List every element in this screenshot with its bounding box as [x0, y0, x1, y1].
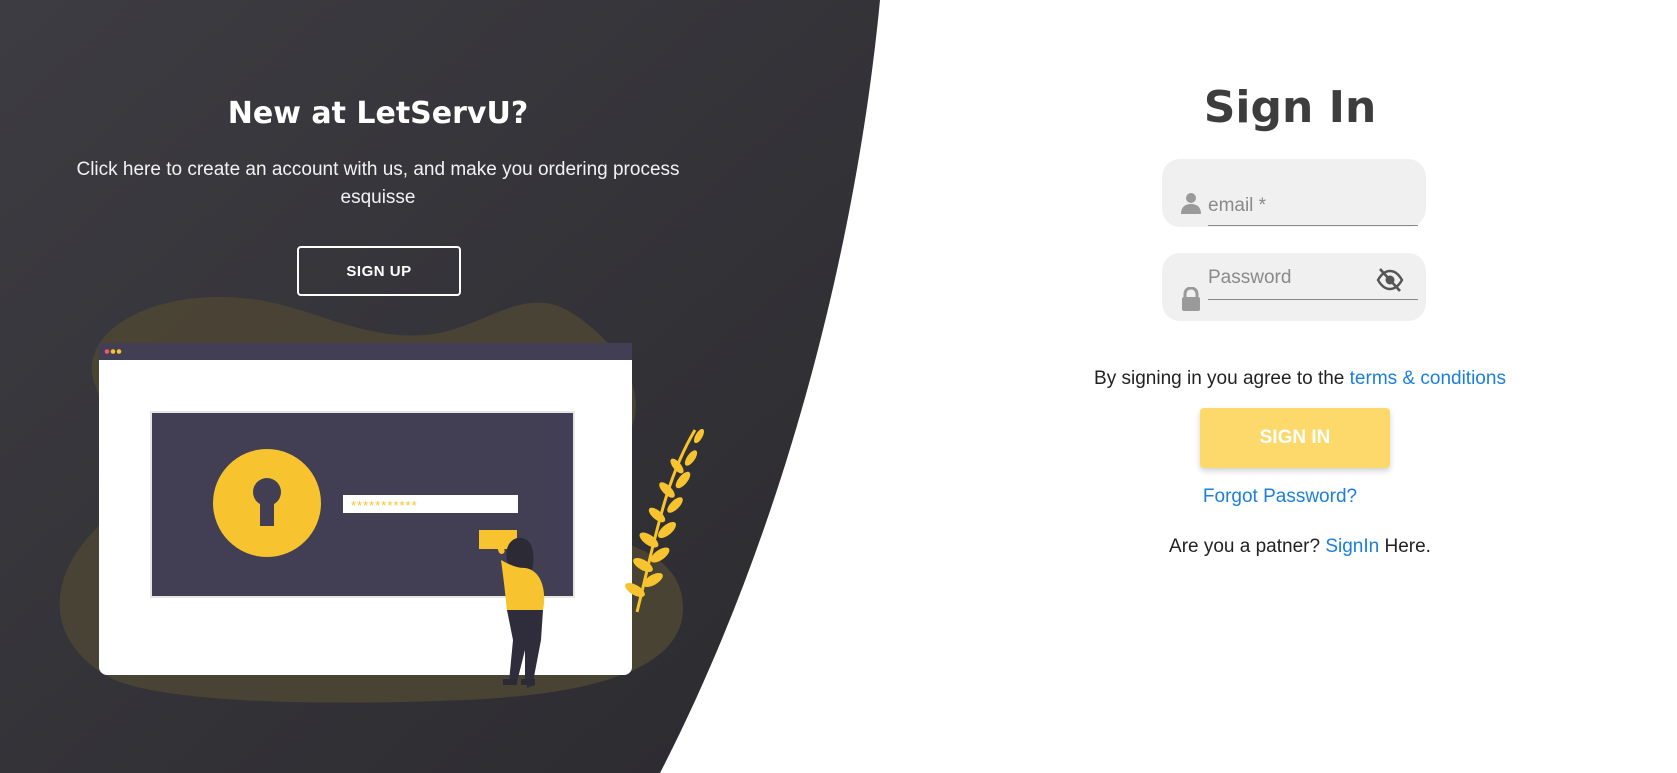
email-field-container	[1162, 159, 1426, 227]
eye-off-icon[interactable]	[1376, 267, 1404, 293]
left-panel-description: Click here to create an account with us,…	[76, 159, 680, 208]
window-dot-icon	[104, 349, 110, 354]
lock-icon	[1182, 287, 1200, 311]
terms-prefix: By signing in you agree to the	[1094, 368, 1350, 389]
password-field-underline	[1208, 299, 1418, 300]
email-field-underline	[1208, 225, 1418, 226]
partner-prefix: Are you a patner?	[1169, 536, 1326, 557]
sign-in-title: Sign In	[1203, 82, 1377, 133]
password-field-container	[1162, 253, 1426, 321]
partner-signin-link[interactable]: SignIn	[1325, 536, 1379, 557]
window-dot-icon	[116, 349, 122, 354]
partner-suffix: Here.	[1379, 536, 1431, 557]
browser-titlebar	[99, 343, 632, 360]
window-dot-icon	[110, 349, 116, 354]
forgot-password-link[interactable]: Forgot Password?	[1203, 486, 1357, 507]
terms-text: By signing in you agree to the terms & c…	[1020, 368, 1580, 390]
forgot-password-container: Forgot Password?	[1150, 486, 1410, 508]
sign-in-button[interactable]: SIGN IN	[1200, 408, 1390, 468]
person-icon	[1181, 193, 1201, 214]
terms-conditions-link[interactable]: terms & conditions	[1350, 368, 1506, 389]
partner-signin-text: Are you a patner? SignIn Here.	[1050, 536, 1550, 558]
sign-up-button[interactable]: SIGN UP	[297, 246, 461, 296]
password-field[interactable]	[1208, 267, 1368, 289]
login-illustration: ***********	[59, 296, 705, 703]
email-field[interactable]	[1208, 195, 1368, 217]
left-panel-title: New at LetServU?	[227, 96, 529, 131]
illustration-password-mask: ***********	[351, 498, 418, 513]
